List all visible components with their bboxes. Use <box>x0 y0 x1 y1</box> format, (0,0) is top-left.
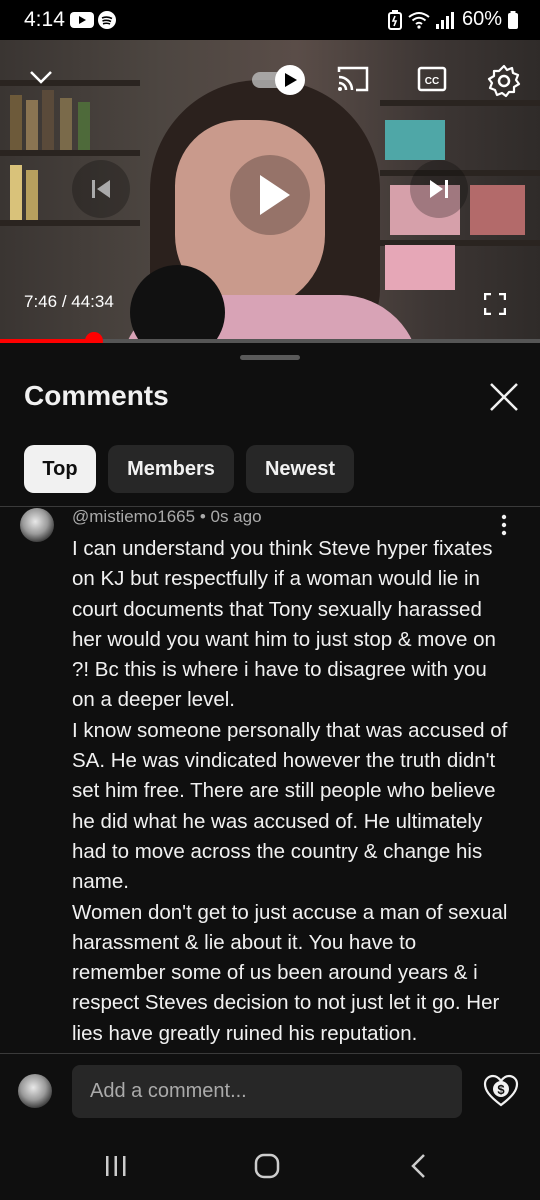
comment-paragraph: I can understand you think Steve hyper f… <box>72 537 496 712</box>
youtube-icon <box>70 12 94 28</box>
video-player[interactable]: CC 7:46 / 44:34 <box>0 40 540 342</box>
divider <box>0 1053 540 1054</box>
comment-separator: • <box>195 507 211 526</box>
status-time: 4:14 <box>24 8 65 31</box>
book <box>10 95 22 150</box>
user-avatar <box>18 1074 52 1108</box>
comments-title: Comments <box>24 380 169 411</box>
time-current: 7:46 <box>24 292 58 311</box>
status-right: 60% <box>387 8 518 31</box>
comment-meta: @mistiemo1665 • 0s ago <box>72 507 262 527</box>
play-icon[interactable] <box>230 155 310 235</box>
bookshelf-left-2 <box>0 150 140 156</box>
time-separator: / <box>57 292 72 311</box>
captions-icon[interactable]: CC <box>417 66 447 92</box>
status-bar: 4:14 60% <box>0 0 540 40</box>
recent-apps-icon[interactable] <box>104 1154 128 1178</box>
autoplay-toggle[interactable] <box>250 64 308 96</box>
book <box>26 100 38 150</box>
next-icon[interactable] <box>410 160 468 218</box>
drag-handle[interactable] <box>240 355 300 360</box>
previous-icon[interactable] <box>72 160 130 218</box>
home-icon[interactable] <box>254 1153 280 1179</box>
battery-percent: 60% <box>461 8 502 30</box>
book <box>10 165 22 220</box>
comment-author[interactable]: @mistiemo1665 <box>72 507 195 526</box>
time-total: 44:34 <box>71 292 114 311</box>
super-thanks-icon[interactable]: $ <box>483 1073 519 1109</box>
battery-icon <box>508 10 518 29</box>
comment-time: 0s ago <box>210 507 262 526</box>
commenter-avatar[interactable] <box>20 508 54 542</box>
fullscreen-icon[interactable] <box>484 293 506 315</box>
back-icon[interactable] <box>408 1152 430 1180</box>
book <box>26 170 38 220</box>
minimize-chevron-icon[interactable] <box>28 68 54 86</box>
filter-chip-newest[interactable]: Newest <box>246 445 354 493</box>
filter-chip-top[interactable]: Top <box>24 445 96 493</box>
book <box>60 98 72 150</box>
video-time: 7:46 / 44:34 <box>24 292 114 312</box>
battery-saver-icon <box>387 9 402 30</box>
cast-icon[interactable] <box>336 64 370 94</box>
bookshelf-left-3 <box>0 220 140 226</box>
comments-panel: Comments Top Members Newest @mistiemo166… <box>0 343 540 1200</box>
bookshelf-left <box>0 80 140 86</box>
svg-text:$: $ <box>497 1082 505 1097</box>
svg-text:CC: CC <box>425 76 439 87</box>
comment-body: I can understand you think Steve hyper f… <box>72 534 512 1049</box>
signal-icon <box>435 11 454 29</box>
add-comment-input[interactable]: Add a comment... <box>72 1065 462 1118</box>
settings-gear-icon[interactable] <box>487 64 521 98</box>
book <box>78 102 90 150</box>
close-icon[interactable] <box>486 379 522 415</box>
book <box>385 245 455 290</box>
comment-paragraph: Women don't get to just accuse a man of … <box>72 900 508 1045</box>
book <box>385 120 445 160</box>
book <box>470 185 525 235</box>
filter-chip-members[interactable]: Members <box>108 445 234 493</box>
wifi-icon <box>408 11 430 29</box>
bookshelf-right <box>380 100 540 106</box>
book <box>42 90 54 150</box>
spotify-icon <box>98 11 116 29</box>
android-nav-bar <box>0 1120 540 1200</box>
comment-paragraph: I know someone personally that was accus… <box>72 718 508 894</box>
